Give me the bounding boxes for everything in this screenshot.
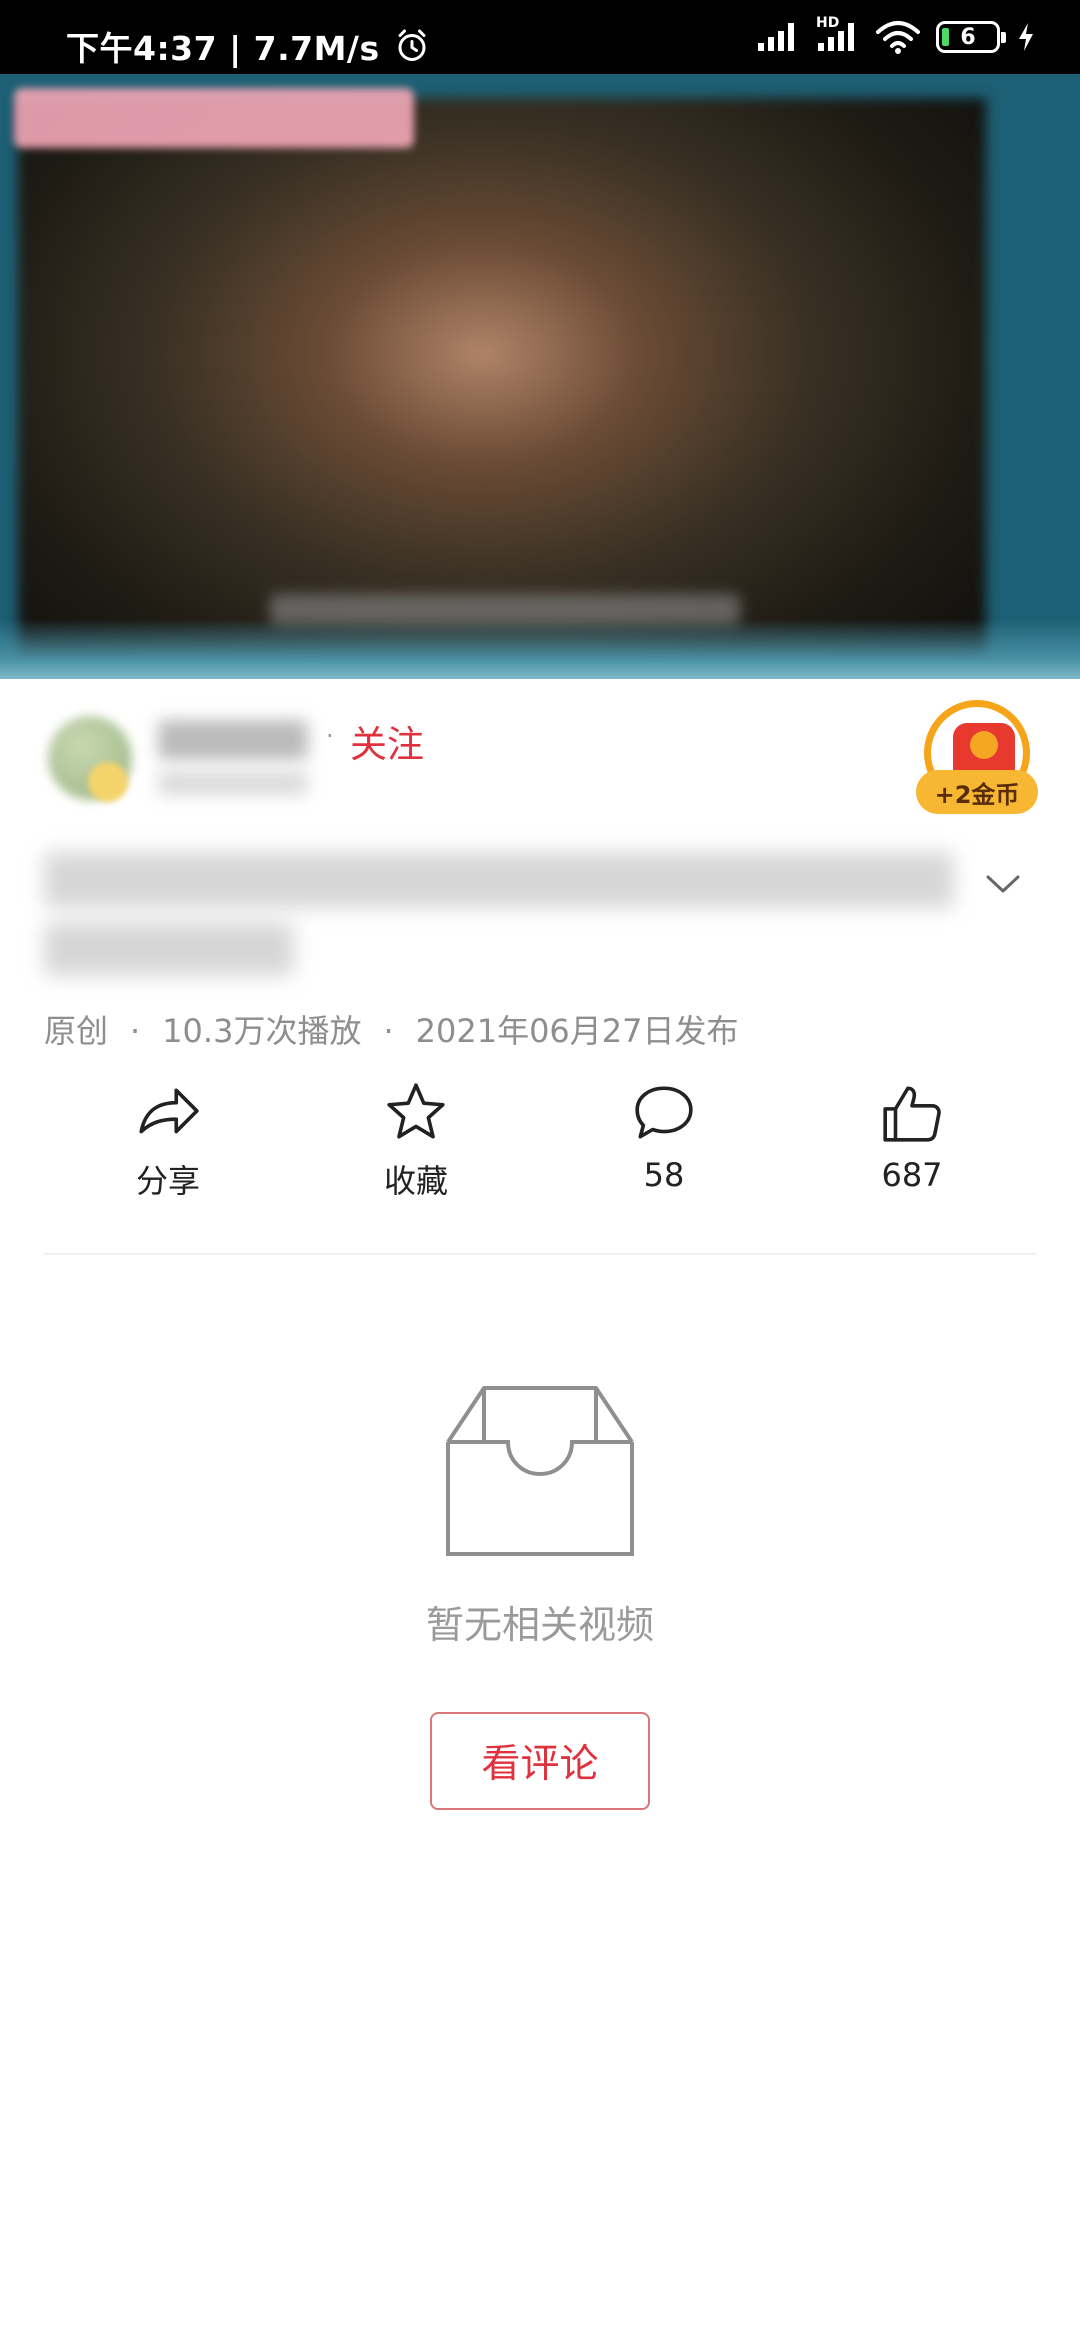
thumbs-up-icon [883, 1086, 941, 1142]
video-meta: 原创 · 10.3万次播放 · 2021年06月27日发布 [44, 1006, 739, 1052]
expand-description-button[interactable] [978, 864, 1028, 904]
meta-separator: · [383, 1012, 394, 1050]
empty-box-icon [446, 1386, 634, 1556]
video-bottom-glow [0, 619, 1080, 679]
coin-reward-label: +2金币 [916, 770, 1038, 814]
video-watermark-tag [14, 88, 414, 148]
wifi-icon [876, 21, 920, 54]
empty-message: 暂无相关视频 [425, 1603, 654, 1647]
battery-icon: 6 [936, 21, 1006, 53]
comment-bubble-icon [635, 1086, 693, 1139]
meta-separator: · [130, 1012, 141, 1050]
alarm-icon [398, 29, 426, 61]
video-frame [18, 98, 986, 679]
like-count: 687 [881, 1156, 943, 1194]
video-title-line-1 [44, 852, 954, 908]
share-button[interactable]: 分享 [68, 1080, 268, 1220]
comment-count: 58 [643, 1156, 685, 1194]
battery-level: 6 [960, 24, 976, 50]
follow-separator: · [326, 722, 334, 750]
meta-plays: 10.3万次播放 [162, 1012, 362, 1050]
favorite-label: 收藏 [383, 1162, 448, 1200]
like-button[interactable]: 687 [812, 1080, 1012, 1220]
charging-bolt-icon [1019, 23, 1033, 51]
favorite-button[interactable]: 收藏 [316, 1080, 516, 1220]
section-divider [44, 1253, 1036, 1255]
cellular-hd-signal-icon: HD [816, 15, 860, 53]
meta-original: 原创 [44, 1012, 109, 1050]
author-name[interactable] [158, 720, 308, 760]
cellular-signal-icon [758, 23, 794, 51]
view-comments-button[interactable]: 看评论 [430, 1712, 650, 1810]
coin-reward-widget[interactable]: +2金币 [914, 700, 1040, 818]
avatar-badge [88, 762, 128, 802]
star-icon [387, 1083, 445, 1139]
follow-button[interactable]: 关注 [350, 714, 424, 768]
meta-published: 2021年06月27日发布 [415, 1012, 739, 1050]
comment-button[interactable]: 58 [564, 1080, 764, 1220]
status-time-group: 下午4:37 | 7.7M/s [66, 22, 430, 70]
chevron-down-icon [986, 875, 1020, 893]
status-bar: 下午4:37 | 7.7M/s HD 6 [0, 0, 1080, 74]
video-player[interactable] [0, 74, 1080, 679]
share-label: 分享 [135, 1162, 200, 1200]
video-title-line-2 [44, 922, 294, 976]
status-icons: HD 6 [756, 15, 1036, 54]
share-icon [139, 1088, 199, 1134]
status-time-speed: 下午4:37 | 7.7M/s [66, 29, 380, 68]
author-subtitle [158, 770, 308, 796]
